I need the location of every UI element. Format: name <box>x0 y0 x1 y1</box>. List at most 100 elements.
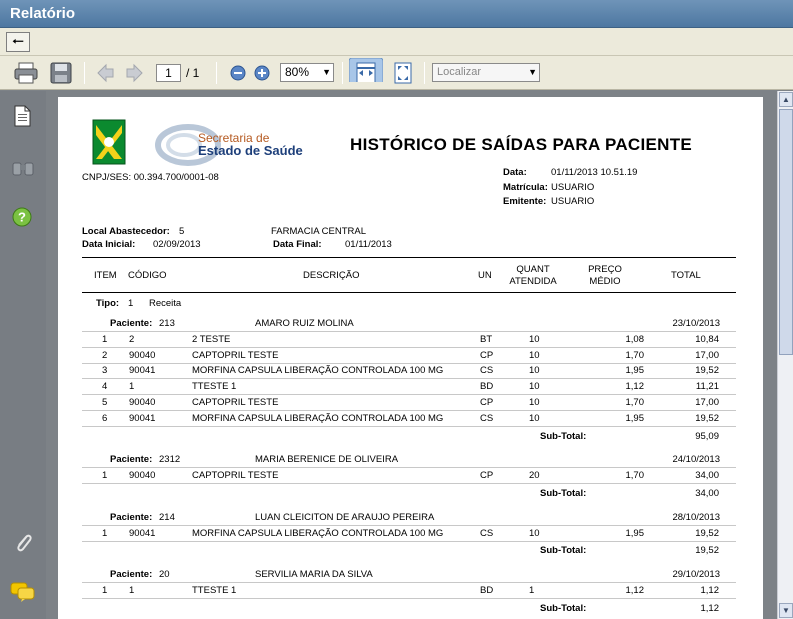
subtotal-label: Sub-Total: <box>540 545 587 557</box>
document-viewer[interactable]: Secretaria de Estado de Saúde CNPJ/SES: … <box>46 91 777 619</box>
help-icon[interactable]: ? <box>12 207 32 227</box>
col-un: UN <box>478 270 492 281</box>
local-name: FARMACIA CENTRAL <box>271 226 367 237</box>
cell-quantity: 10 <box>529 381 540 393</box>
fit-width-icon[interactable] <box>349 58 383 82</box>
patient-label: Paciente: <box>110 454 153 466</box>
cell-description: 2 TESTE <box>192 333 231 345</box>
cell-description: MORFINA CAPSULA LIBERAÇÃO CONTROLADA 100… <box>192 412 444 424</box>
cell-price: 1,12 <box>625 381 645 393</box>
row-divider <box>82 410 736 411</box>
cell-code: 1 <box>129 585 135 596</box>
side-panel: ? <box>0 91 46 619</box>
cell-quantity: 20 <box>529 470 540 482</box>
patient-name: SERVILIA MARIA DA SILVA <box>255 569 373 581</box>
col-total: TOTAL <box>671 270 701 281</box>
pages-icon[interactable] <box>12 105 32 127</box>
binoculars-icon[interactable] <box>11 157 35 177</box>
next-page-icon[interactable] <box>124 61 146 85</box>
tipo-code: 1 <box>128 298 134 309</box>
scroll-up-button[interactable]: ▲ <box>779 92 793 107</box>
subtotal-value: 19,52 <box>695 545 719 557</box>
patient-id: 2312 <box>159 454 181 466</box>
cell-total: 19,52 <box>695 365 719 377</box>
row-divider <box>82 524 736 526</box>
patient-name: LUAN CLEICITON DE ARAUJO PEREIRA <box>255 511 435 523</box>
row-divider <box>82 346 736 348</box>
print-icon[interactable] <box>12 61 40 85</box>
comments-icon[interactable] <box>10 581 36 603</box>
row-divider <box>82 467 736 469</box>
col-item: ITEM <box>94 270 117 281</box>
cell-code: 90041 <box>129 527 156 539</box>
previous-page-icon[interactable] <box>94 61 116 85</box>
save-icon[interactable] <box>48 61 74 85</box>
cell-total: 19,52 <box>695 412 719 424</box>
scroll-down-button[interactable]: ▼ <box>779 603 793 618</box>
report-toolbar: 1 / 1 80% ▼ Localizar ▼ <box>0 56 793 90</box>
cell-quantity: 1 <box>529 585 535 596</box>
patient-id: 20 <box>159 569 170 581</box>
data-final-label: Data Final: <box>273 239 322 250</box>
find-select[interactable]: Localizar ▼ <box>432 63 540 82</box>
patient-label: Paciente: <box>110 511 153 523</box>
cell-description: CAPTOPRIL TESTE <box>192 349 279 361</box>
patient-date: 23/10/2013 <box>672 318 720 329</box>
col-preco-line2: MÉDIO <box>589 276 621 287</box>
zoom-out-icon[interactable] <box>228 61 248 85</box>
cell-description: MORFINA CAPSULA LIBERAÇÃO CONTROLADA 100… <box>192 365 444 377</box>
fit-page-icon[interactable] <box>392 61 414 85</box>
cell-price: 1,70 <box>625 470 645 482</box>
cell-item: 1 <box>102 470 108 482</box>
cell-total: 17,00 <box>695 349 719 361</box>
patient-id: 214 <box>159 511 175 523</box>
page-number-input[interactable]: 1 <box>156 64 181 82</box>
cell-quantity: 10 <box>529 349 540 361</box>
vertical-scrollbar[interactable]: ▲ ▼ <box>777 91 793 619</box>
arrow-left-icon: 🠀 <box>12 33 24 49</box>
zoom-in-icon[interactable] <box>252 61 272 85</box>
toolbar-separator <box>342 62 343 84</box>
cell-un: CP <box>480 349 494 361</box>
cell-description: CAPTOPRIL TESTE <box>192 470 279 482</box>
cell-price: 1,95 <box>625 412 645 424</box>
paperclip-icon[interactable] <box>12 531 34 555</box>
cell-total: 11,21 <box>695 381 719 393</box>
cell-total: 19,52 <box>695 527 719 539</box>
cell-item: 4 <box>102 381 108 393</box>
col-quant-line2: ATENDIDA <box>509 276 557 287</box>
cell-quantity: 10 <box>529 412 540 424</box>
cell-item: 2 <box>102 349 108 361</box>
chevron-down-icon: ▼ <box>528 67 537 77</box>
subtotal-value: 34,00 <box>695 488 719 499</box>
scroll-thumb[interactable] <box>779 109 793 355</box>
back-button[interactable]: 🠀 <box>6 32 30 52</box>
zoom-select[interactable]: 80% ▼ <box>280 63 334 82</box>
cell-price: 1,70 <box>625 397 645 408</box>
col-quant-line1: QUANT <box>516 264 550 275</box>
cell-code: 90040 <box>129 397 156 408</box>
patient-date: 29/10/2013 <box>672 569 720 581</box>
cell-description: TTESTE 1 <box>192 585 237 596</box>
date-label: Data: <box>503 167 527 178</box>
subtotal-label: Sub-Total: <box>540 602 587 614</box>
cell-code: 2 <box>129 333 135 345</box>
cell-total: 17,00 <box>695 397 719 408</box>
row-divider <box>82 362 736 364</box>
cell-code: 1 <box>129 381 135 393</box>
find-placeholder: Localizar <box>437 66 482 78</box>
subtotal-label: Sub-Total: <box>540 430 587 442</box>
cell-quantity: 10 <box>529 365 540 377</box>
cell-description: TTESTE 1 <box>192 381 237 393</box>
local-code: 5 <box>179 226 185 237</box>
header-bottom-rule <box>82 292 736 293</box>
logo-line-2: Estado de Saúde <box>198 143 303 158</box>
cell-quantity: 10 <box>529 527 540 539</box>
report-page: Secretaria de Estado de Saúde CNPJ/SES: … <box>58 97 763 619</box>
cell-description: CAPTOPRIL TESTE <box>192 397 279 408</box>
cell-code: 90040 <box>129 349 156 361</box>
cell-item: 1 <box>102 527 108 539</box>
col-codigo: CÓDIGO <box>128 270 167 281</box>
matricula-value: USUARIO <box>551 182 595 193</box>
patient-name: AMARO RUIZ MOLINA <box>255 318 354 329</box>
